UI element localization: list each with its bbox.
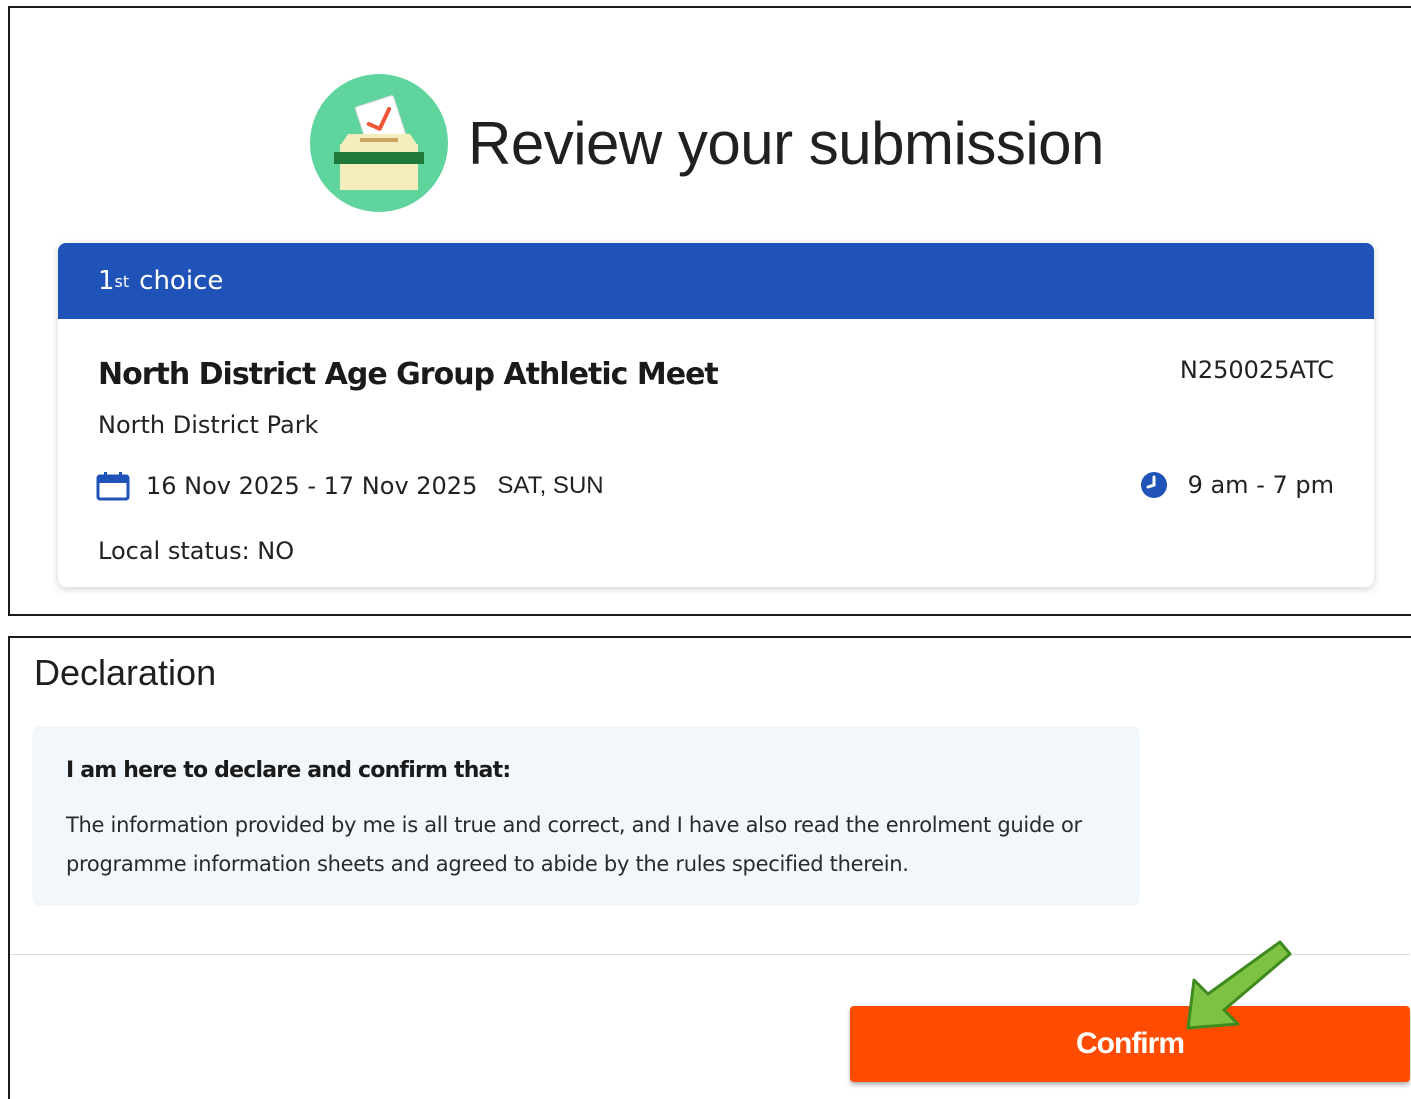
declaration-heading: I am here to declare and confirm that: [66,758,511,783]
declaration-box: I am here to declare and confirm that: T… [32,726,1140,906]
event-venue: North District Park [98,411,319,439]
event-code: N250025ATC [1179,356,1334,384]
event-name: North District Age Group Athletic Meet [98,357,719,392]
declaration-body: The information provided by me is all tr… [66,813,1082,876]
event-time-row: 9 am - 7 pm [1140,471,1334,499]
event-date-range: 16 Nov 2025 - 17 Nov 2025 [146,472,478,500]
event-date-row: 16 Nov 2025 - 17 Nov 2025 SAT, SUN [96,471,604,501]
local-status: Local status: NO [98,537,295,565]
page-header: Review your submission [310,68,1104,218]
event-days: SAT, SUN [497,472,604,499]
calendar-icon [96,472,130,501]
pointer-arrow-icon [1186,940,1292,1030]
choice-header: 1st choice [58,243,1374,319]
clock-icon [1140,472,1167,498]
choice-ordinal-number: 1 [98,266,115,296]
choice-ordinal-suffix: st [114,271,130,291]
declaration-title: Declaration [34,652,217,693]
event-time-range: 9 am - 7 pm [1187,471,1334,499]
confirm-button[interactable]: Confirm [850,1006,1410,1082]
review-panel: Review your submission 1st choice North D… [8,6,1411,616]
page-title: Review your submission [468,109,1104,177]
choice-label: choice [139,266,224,296]
choice-card: 1st choice North District Age Group Athle… [58,243,1374,587]
ballot-box-icon [310,74,448,212]
